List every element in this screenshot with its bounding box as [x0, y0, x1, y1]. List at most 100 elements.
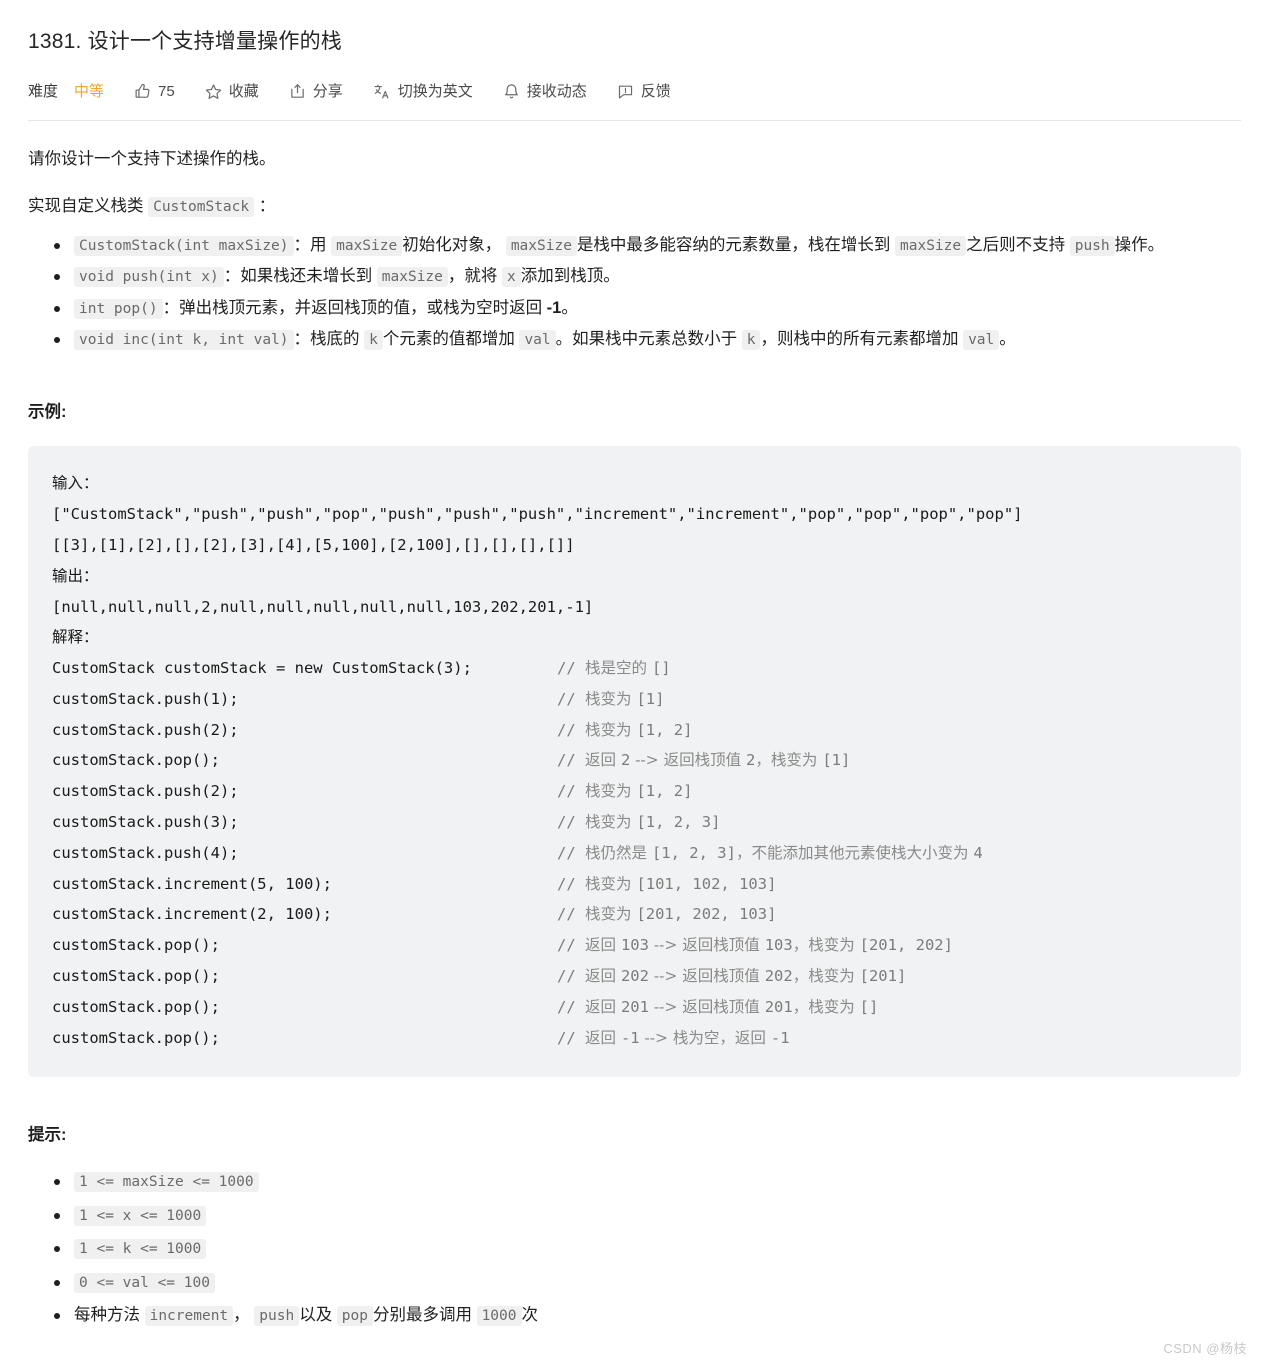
implement-prefix: 实现自定义栈类 — [28, 197, 144, 215]
code-line: customStack.pop();// 返回 2 --> 返回栈顶值 2，栈变… — [52, 745, 1217, 776]
implement-suffix: ： — [258, 197, 276, 215]
code-comment: // 返回 202 --> 返回栈顶值 202，栈变为 [201] — [557, 961, 906, 992]
inline-code: maxSize — [376, 267, 448, 288]
code-line: customStack.pop(); // 返回 103 --> 返回栈顶值 10… — [52, 930, 1217, 961]
list-item: 每种方法 increment， push 以及 pop 分别最多调用 1000 次 — [54, 1301, 1241, 1330]
code-statement: customStack.pop(); — [52, 997, 220, 1016]
watermark: CSDN @杨枝 — [1163, 1341, 1247, 1357]
code-statement: customStack.push(2); — [52, 782, 239, 801]
code-statement: customStack.pop(); — [52, 1028, 220, 1047]
spec-list: CustomStack(int maxSize) ：用 maxSize 初始化对象，… — [28, 231, 1241, 354]
code-line: CustomStack customStack = new CustomStac… — [52, 653, 1217, 684]
problem-page: 1381. 设计一个支持增量操作的栈 难度 中等 75 收藏 分享 切换为英文 … — [0, 14, 1269, 1330]
inline-code: val — [963, 329, 1000, 350]
comment-text: --> 返回栈顶值 — [648, 936, 765, 955]
comment-marker: // — [557, 843, 585, 862]
code-line: customStack.push(4); // 栈仍然是 [1, 2, 3]，不能… — [52, 838, 1217, 869]
comment-code: [] — [651, 659, 671, 678]
method-signature-code: CustomStack(int maxSize) — [74, 235, 294, 256]
comment-marker: // — [557, 751, 585, 770]
code-comment: // 栈变为 [1, 2] — [557, 715, 692, 746]
code-line: customStack.pop(); // 返回 201 --> 返回栈顶值 20… — [52, 992, 1217, 1023]
code-statement: customStack.push(2); — [52, 720, 239, 739]
comment-code: [1] — [636, 689, 665, 708]
spec-text: 操作。 — [1114, 235, 1165, 254]
share-icon — [289, 83, 306, 100]
hint-text: 分别最多调用 — [372, 1305, 472, 1324]
code-statement: customStack.push(3); — [52, 813, 239, 832]
bell-icon — [503, 83, 520, 100]
comment-code: 103 — [764, 936, 793, 955]
difficulty-label: 难度 — [28, 82, 59, 100]
code-comment: // 返回 201 --> 返回栈顶值 201，栈变为 [] — [557, 992, 878, 1023]
inline-code: push — [1069, 235, 1115, 256]
hint-text: 每种方法 — [74, 1305, 140, 1324]
list-item: void push(int x) ：如果栈还未增长到 maxSize ，就将 x 添加… — [54, 262, 1241, 291]
comment-code: [1, 2, 3] — [651, 843, 736, 862]
comment-text: 返回 — [585, 1028, 621, 1047]
list-item: 1 <= k <= 1000 — [54, 1234, 1241, 1263]
like-button[interactable]: 75 — [134, 83, 175, 100]
explain-label: 解释： — [52, 628, 99, 647]
comment-marker: // — [557, 874, 585, 893]
output-line: [null,null,null,2,null,null,null,null,nu… — [52, 597, 594, 616]
input-line-2: [[3],[1],[2],[],[2],[3],[4],[5,100],[2,1… — [52, 535, 575, 554]
code-statement: customStack.pop(); — [52, 967, 220, 986]
spec-text: 。 — [561, 298, 578, 317]
hint-text: 次 — [521, 1305, 539, 1324]
comment-code: 2 — [620, 751, 631, 770]
code-statement: customStack.push(1); — [52, 689, 239, 708]
method-signature-code: void inc(int k, int val) — [74, 329, 294, 350]
share-button[interactable]: 分享 — [289, 83, 343, 100]
translate-button[interactable]: 切换为英文 — [373, 83, 473, 100]
comment-marker: // — [557, 813, 585, 832]
code-line: customStack.push(1); // 栈变为 [1] — [52, 684, 1217, 715]
code-statement: customStack.pop(); — [52, 751, 220, 770]
method-signature-code: int pop() — [74, 298, 163, 319]
inline-code: pop — [336, 1305, 373, 1326]
inline-code: increment — [144, 1305, 234, 1326]
code-line: customStack.pop(); // 返回 -1 --> 栈为空，返回 -1 — [52, 1023, 1217, 1054]
comment-marker: // — [557, 905, 585, 924]
comment-text: 栈变为 — [585, 905, 637, 924]
comment-text: --> 返回栈顶值 — [648, 967, 765, 986]
list-item: int pop() ：弹出栈顶元素，并返回栈顶的值，或栈为空时返回 -1。 — [54, 294, 1241, 323]
code-line: customStack.push(2); // 栈变为 [1, 2] — [52, 776, 1217, 807]
comment-text: 栈仍然是 — [585, 843, 652, 862]
return-value: -1 — [546, 298, 562, 317]
inline-code: k — [741, 329, 761, 350]
comment-code: -1 — [770, 1028, 790, 1047]
code-line: customStack.pop(); // 返回 202 --> 返回栈顶值 20… — [52, 961, 1217, 992]
feedback-icon — [617, 83, 634, 100]
inline-code: maxSize — [895, 235, 967, 256]
favorite-label: 收藏 — [228, 82, 259, 100]
hints-heading: 提示: — [28, 1126, 67, 1145]
star-icon — [205, 83, 222, 100]
list-item: 1 <= maxSize <= 1000 — [54, 1167, 1241, 1196]
thumbs-up-icon — [134, 83, 151, 100]
comment-code: 202 — [620, 967, 649, 986]
inline-code: maxSize — [331, 235, 403, 256]
feedback-label: 反馈 — [640, 82, 671, 100]
code-comment: // 返回 103 --> 返回栈顶值 103，栈变为 [201, 202] — [557, 930, 953, 961]
spec-text: 之后则不支持 — [966, 235, 1066, 254]
code-statement: customStack.increment(5, 100); — [52, 874, 332, 893]
comment-text: --> 返回栈顶值 — [630, 751, 747, 770]
favorite-button[interactable]: 收藏 — [205, 83, 259, 100]
share-label: 分享 — [312, 82, 343, 100]
spec-text: 是栈中最多能容纳的元素数量，栈在增长到 — [576, 235, 891, 254]
comment-text: 返回 — [585, 751, 621, 770]
comment-text: ，栈变为 — [792, 936, 860, 955]
comment-text: 返回 — [585, 997, 621, 1016]
inline-code: k — [364, 329, 383, 350]
comment-text: 栈是空的 — [585, 659, 652, 678]
feedback-button[interactable]: 反馈 — [617, 83, 671, 100]
subscribe-button[interactable]: 接收动态 — [503, 83, 587, 100]
spec-text: ，则栈中的所有元素都增加 — [760, 329, 959, 348]
spec-text: 初始化对象， — [402, 235, 502, 254]
comment-text: 栈变为 — [585, 813, 637, 832]
code-line: customStack.push(2); // 栈变为 [1, 2] — [52, 715, 1217, 746]
hints-list: 1 <= maxSize <= 1000 1 <= x <= 1000 1 <=… — [28, 1167, 1241, 1330]
intro-paragraph: 请你设计一个支持下述操作的栈。 — [28, 150, 276, 169]
spec-text: ：栈底的 — [293, 329, 360, 348]
